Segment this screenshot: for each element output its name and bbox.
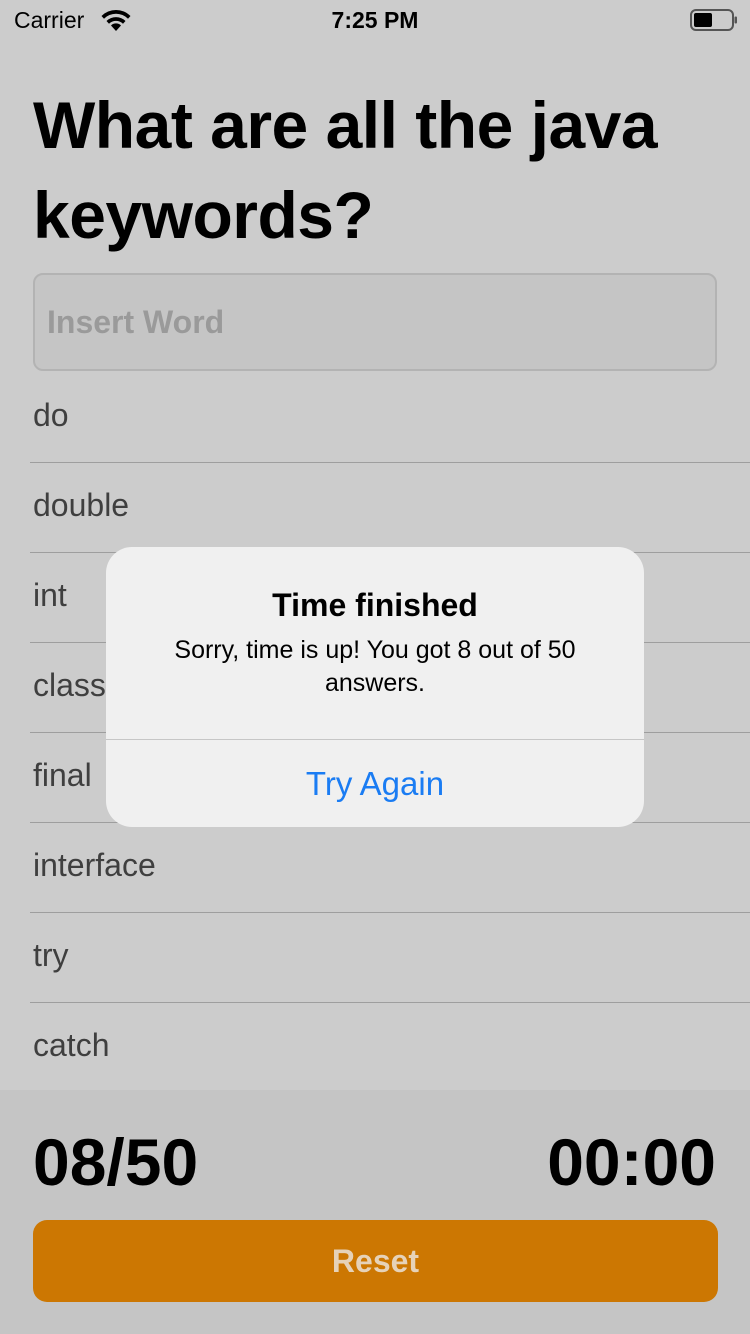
- alert-title: Time finished: [272, 587, 478, 623]
- list-item-label: double: [33, 487, 130, 523]
- word-input[interactable]: [33, 273, 717, 371]
- page-title: What are all the java keywords?: [33, 88, 658, 252]
- list-item-label: interface: [33, 847, 156, 883]
- score-counter: 08/50: [33, 1125, 199, 1199]
- list-item: try: [0, 913, 750, 1003]
- list-item: interface: [0, 823, 750, 913]
- footer-bar: 08/50 00:00 Reset: [0, 1090, 750, 1334]
- list-item-label: try: [33, 937, 69, 973]
- try-again-button[interactable]: Try Again: [106, 740, 644, 827]
- list-item: double: [0, 463, 750, 553]
- list-item: do: [0, 373, 750, 463]
- status-bar: Carrier 7:25 PM: [0, 0, 750, 40]
- list-item-label: do: [33, 397, 69, 433]
- list-item-label: catch: [33, 1027, 110, 1063]
- list-item-label: int: [33, 577, 67, 613]
- reset-button[interactable]: Reset: [33, 1220, 718, 1302]
- alert-message: Sorry, time is up! You got 8 out of 50 a…: [174, 636, 576, 697]
- status-time: 7:25 PM: [331, 7, 419, 33]
- list-item-label: class: [33, 667, 106, 703]
- battery-icon: [690, 9, 737, 31]
- list-item-label: final: [33, 757, 92, 793]
- countdown-timer: 00:00: [547, 1125, 716, 1199]
- time-finished-alert: Time finished Sorry, time is up! You got…: [106, 547, 644, 827]
- list-item: catch: [0, 1003, 750, 1093]
